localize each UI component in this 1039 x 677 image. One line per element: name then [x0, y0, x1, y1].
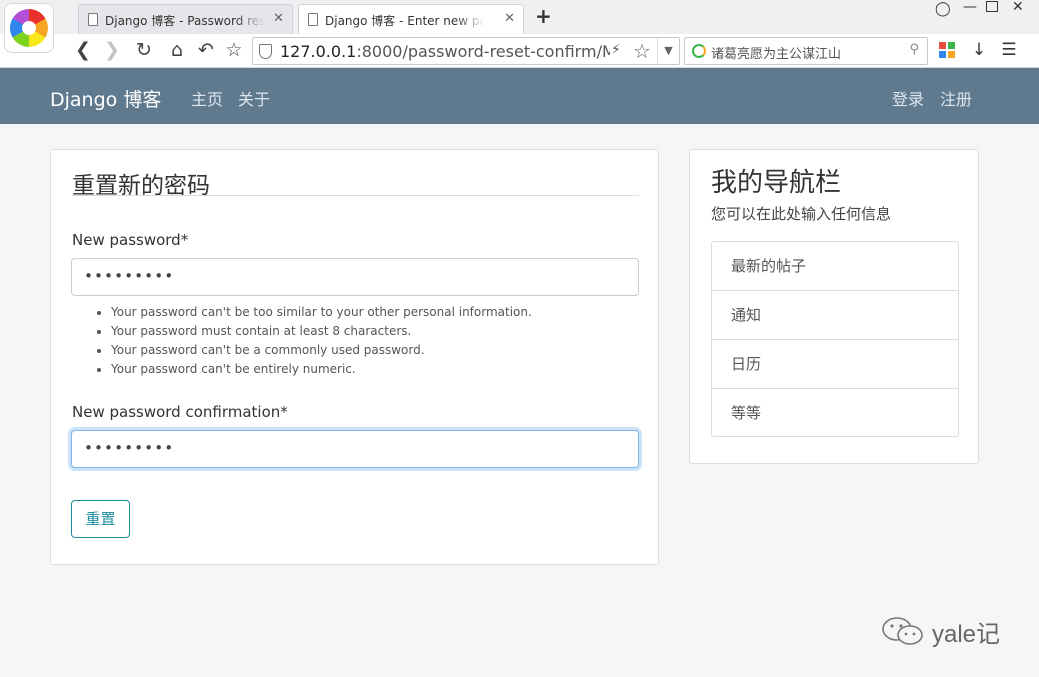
lightning-icon[interactable]: ⚡ [611, 42, 621, 58]
help-item: Your password can't be entirely numeric. [111, 360, 631, 379]
close-window-icon[interactable]: ✕ [1012, 0, 1024, 15]
new-tab-button[interactable]: + [535, 4, 552, 28]
close-icon[interactable]: ✕ [273, 11, 284, 26]
help-item: Your password can't be a commonly used p… [111, 341, 631, 360]
sidebar-list: 最新的帖子 通知 日历 等等 [711, 241, 959, 437]
url-path: :8000/password-reset-confirm/MQ [356, 42, 610, 61]
help-item: Your password must contain at least 8 ch… [111, 322, 631, 341]
sidebar-item-calendar[interactable]: 日历 [712, 340, 958, 389]
sidebar-item-etc[interactable]: 等等 [712, 389, 958, 436]
nav-link-home[interactable]: 主页 [191, 86, 223, 110]
reset-button[interactable]: 重置 [71, 500, 130, 538]
sidebar-subtitle: 您可以在此处输入任何信息 [711, 205, 892, 223]
wechat-icon [882, 617, 923, 645]
menu-icon[interactable]: ☰ [999, 40, 1019, 60]
help-item: Your password can't be too similar to yo… [111, 303, 631, 322]
sidebar-item-notifications[interactable]: 通知 [712, 291, 958, 340]
confirm-password-field[interactable]: ••••••••• [71, 430, 639, 468]
close-icon[interactable]: ✕ [504, 11, 515, 26]
url-text[interactable]: 127.0.0.1:8000/password-reset-confirm/MQ [280, 42, 610, 61]
title-divider [72, 195, 639, 196]
forward-icon[interactable]: ❯ [99, 37, 125, 63]
site-navbar: Django 博客 主页 关于 登录 注册 [0, 68, 1039, 124]
minimize-icon[interactable]: — [963, 0, 977, 15]
bookmark-star-icon[interactable]: ☆ [221, 37, 247, 63]
new-password-label: New password* [72, 231, 189, 249]
nav-link-about[interactable]: 关于 [238, 86, 270, 110]
confirm-password-label: New password confirmation* [72, 403, 288, 421]
page-icon [308, 13, 318, 26]
site-brand[interactable]: Django 博客 [50, 85, 161, 112]
back-icon[interactable]: ❮ [70, 37, 96, 63]
address-bar[interactable]: 127.0.0.1:8000/password-reset-confirm/MQ… [252, 37, 680, 65]
sidebar-title: 我的导航栏 [711, 168, 842, 198]
tab-enter-new-password[interactable]: Django 博客 - Enter new password ✕ [298, 4, 524, 35]
tab-title: Django 博客 - Password reset [105, 12, 265, 28]
logo-center [22, 21, 36, 35]
browser-tabstrip: Django 博客 - Password reset ✕ Django 博客 -… [0, 0, 1039, 35]
search-engine-icon[interactable] [692, 44, 706, 58]
page-icon [88, 13, 98, 26]
url-host: 127.0.0.1 [280, 42, 357, 61]
nav-link-login[interactable]: 登录 [892, 86, 924, 110]
search-icon[interactable]: ⚲ [909, 42, 919, 57]
reload-icon[interactable]: ↻ [131, 37, 157, 63]
sidebar-card: 我的导航栏 您可以在此处输入任何信息 最新的帖子 通知 日历 等等 [689, 149, 979, 464]
tab-password-reset[interactable]: Django 博客 - Password reset ✕ [78, 4, 293, 34]
nav-link-register[interactable]: 注册 [940, 86, 972, 110]
search-box[interactable]: 诸葛亮愿为主公谋江山 ⚲ [684, 37, 928, 65]
sidebar-item-latest-posts[interactable]: 最新的帖子 [712, 242, 958, 291]
watermark-text: yale记 [932, 621, 1001, 648]
undo-close-icon[interactable]: ↶ [193, 37, 219, 63]
password-reset-card: 重置新的密码 New password* ••••••••• Your pass… [50, 149, 659, 565]
favorite-star-icon[interactable]: ☆ [633, 39, 651, 63]
browser-toolbar: ❮ ❯ ↻ ⌂ ↶ ☆ 127.0.0.1:8000/password-rese… [0, 34, 1039, 68]
skin-icon[interactable]: ◯ [935, 1, 951, 17]
browser-logo[interactable] [4, 3, 54, 53]
password-help-list: Your password can't be too similar to yo… [111, 303, 631, 379]
tab-title: Django 博客 - Enter new password [325, 12, 485, 29]
maximize-icon[interactable] [986, 1, 998, 12]
new-password-field[interactable]: ••••••••• [71, 258, 639, 296]
security-shield-icon [259, 44, 272, 59]
apps-grid-icon[interactable] [937, 40, 957, 60]
home-icon[interactable]: ⌂ [164, 37, 190, 63]
download-icon[interactable]: ↓ [969, 40, 989, 60]
chevron-down-icon[interactable]: ▼ [657, 38, 679, 64]
search-input[interactable]: 诸葛亮愿为主公谋江山 [711, 43, 841, 62]
